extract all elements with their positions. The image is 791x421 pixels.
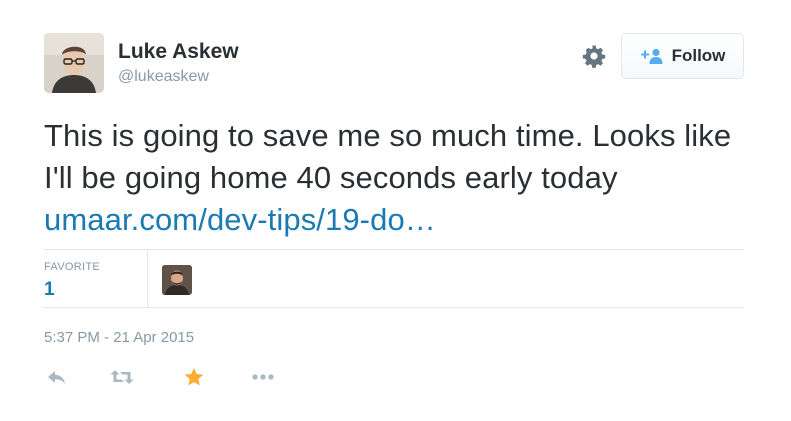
stats-separator xyxy=(147,249,148,307)
profile-photo xyxy=(44,33,104,93)
profile-avatar[interactable] xyxy=(44,33,104,93)
user-handle[interactable]: @lukeaskew xyxy=(118,68,209,86)
favoriter-avatar[interactable] xyxy=(162,265,192,295)
tweet-link[interactable]: umaar.com/dev-tips/19-do… xyxy=(44,202,436,237)
reply-icon[interactable] xyxy=(46,366,68,388)
favorite-star-icon[interactable] xyxy=(183,366,205,388)
tweet-text: This is going to save me so much time. L… xyxy=(44,115,744,241)
gear-icon[interactable] xyxy=(582,44,606,68)
retweet-icon[interactable] xyxy=(109,366,135,388)
tweet-body: This is going to save me so much time. L… xyxy=(44,118,732,195)
display-name[interactable]: Luke Askew xyxy=(118,40,239,64)
add-user-icon xyxy=(640,47,664,65)
divider xyxy=(44,249,744,250)
tweet-timestamp[interactable]: 5:37 PM - 21 Apr 2015 xyxy=(44,329,194,346)
more-options-icon[interactable] xyxy=(250,366,276,388)
follow-label: Follow xyxy=(671,46,726,65)
favorite-stat-label[interactable]: FAVORITE xyxy=(44,261,100,273)
divider xyxy=(44,307,744,308)
follow-button[interactable]: Follow xyxy=(621,33,744,79)
favorite-stat-count[interactable]: 1 xyxy=(44,279,55,301)
